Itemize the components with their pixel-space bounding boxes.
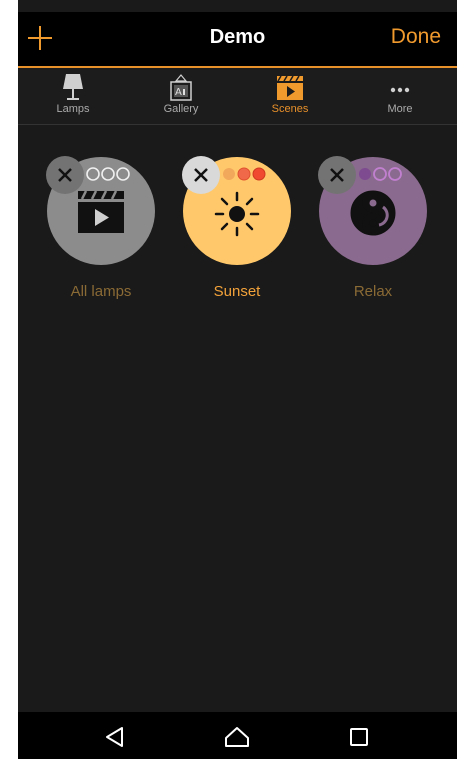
app-screen: Demo Done Lamps A Gallery Scenes More Al…	[18, 0, 457, 759]
back-icon[interactable]	[104, 726, 126, 748]
yin-yang-icon	[350, 190, 396, 236]
tab-label-more: More	[387, 103, 413, 115]
scene-tile[interactable]	[46, 156, 155, 265]
scene-label-relax: Relax	[353, 283, 393, 300]
lamp-icon	[63, 74, 83, 100]
scene-tile[interactable]	[318, 156, 427, 265]
recents-icon[interactable]	[348, 726, 370, 748]
done-button[interactable]: Done	[391, 25, 441, 49]
scene-all-lamps: All lamps	[46, 156, 155, 300]
remove-scene-button[interactable]	[182, 156, 220, 194]
system-nav-bar	[18, 712, 457, 759]
lamp-dots	[223, 167, 266, 181]
tab-gallery[interactable]: A Gallery	[141, 72, 221, 122]
scenes-icon	[277, 75, 303, 100]
close-icon	[58, 168, 72, 182]
lamp-dots	[86, 167, 130, 181]
lamp-dots	[359, 167, 402, 181]
scene-sunset: Sunset	[182, 156, 291, 300]
tab-label-scenes: Scenes	[271, 103, 309, 115]
more-icon	[390, 87, 410, 93]
tab-label-lamps: Lamps	[56, 103, 90, 115]
scene-label-all-lamps: All lamps	[70, 283, 132, 300]
tab-label-gallery: Gallery	[163, 103, 199, 115]
svg-text:A: A	[175, 87, 182, 98]
tab-more[interactable]: More	[360, 72, 440, 122]
close-icon	[194, 168, 208, 182]
sun-icon	[214, 191, 260, 237]
gallery-icon: A	[170, 74, 192, 101]
scene-label-sunset: Sunset	[213, 283, 261, 300]
scene-tile[interactable]	[182, 156, 291, 265]
tab-lamps[interactable]: Lamps	[33, 72, 113, 122]
clapperboard-icon	[78, 190, 124, 233]
remove-scene-button[interactable]	[318, 156, 356, 194]
top-bar: Demo Done	[18, 12, 457, 68]
home-icon[interactable]	[224, 726, 250, 748]
close-icon	[330, 168, 344, 182]
scene-relax: Relax	[318, 156, 427, 300]
tab-bar: Lamps A Gallery Scenes More	[18, 68, 457, 125]
remove-scene-button[interactable]	[46, 156, 84, 194]
tab-scenes[interactable]: Scenes	[250, 72, 330, 122]
